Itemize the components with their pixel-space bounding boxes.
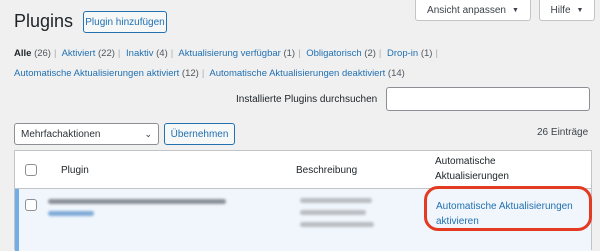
screen-options-button[interactable]: Ansicht anpassen ▼ <box>415 0 531 21</box>
filter-must-use[interactable]: Obligatorisch (2) <box>306 48 376 59</box>
column-auto-updates-line2: Aktualisierungen <box>435 171 509 182</box>
caret-down-icon: ▼ <box>576 6 584 14</box>
column-auto-updates-line1: Automatische <box>435 156 496 167</box>
column-description: Beschreibung <box>296 165 358 176</box>
items-count: 26 Einträge <box>537 127 589 138</box>
help-label: Hilfe <box>550 4 571 16</box>
chevron-down-icon: ⌄ <box>144 128 152 139</box>
bulk-actions-select[interactable]: Mehrfachaktionen ⌄ <box>14 123 159 145</box>
search-label: Installierte Plugins durchsuchen <box>236 94 378 105</box>
screen-options-label: Ansicht anpassen <box>427 4 506 16</box>
search-input[interactable] <box>386 87 590 111</box>
select-all-checkbox[interactable] <box>25 164 37 176</box>
help-button[interactable]: Hilfe ▼ <box>539 0 595 21</box>
plugin-name-redacted <box>48 199 226 204</box>
filter-active[interactable]: Aktiviert (22) <box>62 48 115 59</box>
description-redacted <box>300 222 374 227</box>
filter-all[interactable]: Alle (26) <box>14 48 51 59</box>
plugin-status-filters: Alle (26) | Aktiviert (22) | Inaktiv (4) | … <box>14 48 438 79</box>
filter-dropins[interactable]: Drop-in (1) <box>387 48 432 59</box>
row-checkbox[interactable] <box>25 199 37 211</box>
caret-down-icon: ▼ <box>512 6 519 14</box>
filter-update-available[interactable]: Aktualisierung verfügbar (1) <box>178 48 295 59</box>
filter-auto-update-disabled[interactable]: Automatische Aktualisierungen deaktivier… <box>209 68 404 79</box>
apply-button[interactable]: Übernehmen <box>164 123 235 145</box>
table-row: Automatische Aktualisierungen aktivieren <box>15 186 592 251</box>
filter-inactive[interactable]: Inaktiv (4) <box>126 48 168 59</box>
plugin-action-redacted <box>48 211 94 216</box>
description-redacted <box>300 198 372 203</box>
bulk-actions-value: Mehrfachaktionen <box>21 128 101 140</box>
filter-auto-update-enabled[interactable]: Automatische Aktualisierungen aktiviert … <box>14 68 199 79</box>
plugins-table: Plugin Beschreibung Automatische Aktuali… <box>14 150 592 251</box>
column-plugin[interactable]: Plugin <box>61 164 89 177</box>
highlight-annotation <box>424 186 592 231</box>
table-header: Plugin Beschreibung Automatische Aktuali… <box>15 151 591 189</box>
page-title: Plugins <box>14 11 74 31</box>
add-plugin-button[interactable]: Plugin hinzufügen <box>83 11 167 33</box>
description-redacted <box>300 210 366 215</box>
